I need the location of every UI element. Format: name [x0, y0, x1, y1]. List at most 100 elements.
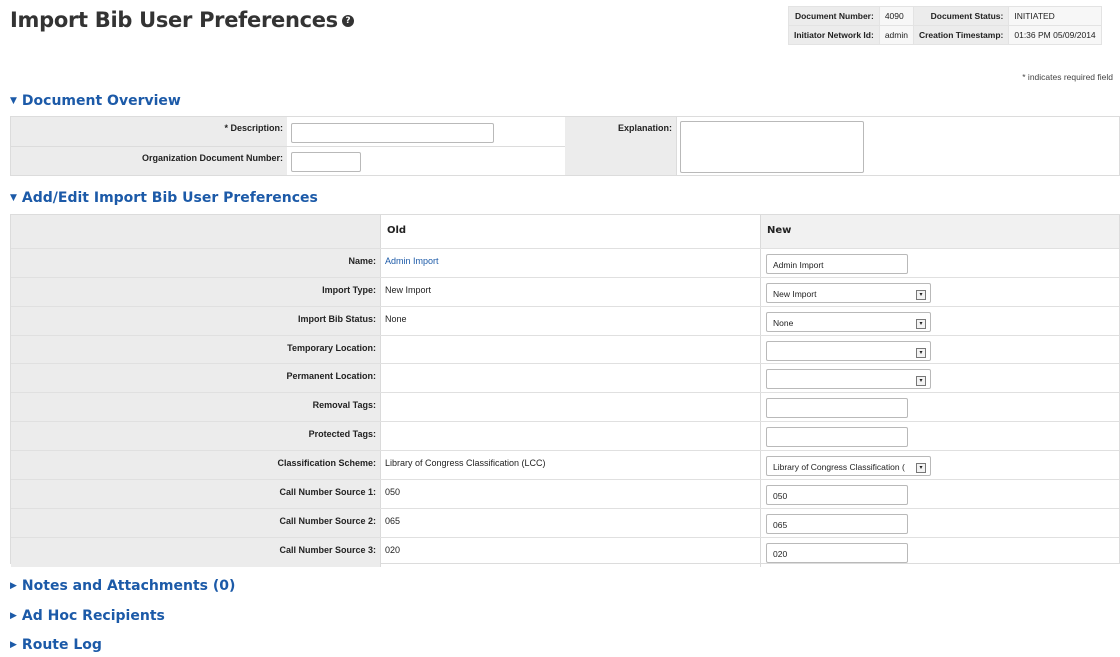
field-label: Protected Tags: [11, 422, 381, 450]
dropdown-arrow-icon[interactable]: ▾ [916, 348, 926, 358]
new-value-select[interactable]: New Import ▾ [766, 283, 931, 303]
new-value-cell: Library of Congress Classification ( ▾ [761, 451, 1119, 479]
add-edit-toggle[interactable]: ▼ Add/Edit Import Bib User Preferences [10, 190, 318, 206]
dropdown-arrow-icon[interactable]: ▾ [916, 290, 926, 300]
ad-hoc-recipients-heading: Ad Hoc Recipients [21, 608, 165, 624]
old-value [381, 364, 761, 392]
creation-timestamp-label: Creation Timestamp: [912, 25, 1010, 45]
required-field-note: * indicates required field [1022, 72, 1113, 82]
org-doc-number-input[interactable] [291, 152, 361, 172]
field-label: Import Bib Status: [11, 307, 381, 335]
field-label: Import Type: [11, 278, 381, 306]
route-log-toggle[interactable]: ▶ Route Log [10, 637, 102, 653]
caret-down-icon: ▼ [10, 193, 17, 203]
old-value: 020 [381, 538, 761, 567]
field-label: Classification Scheme: [11, 451, 381, 479]
field-label: Temporary Location: [11, 336, 381, 363]
old-value: None [381, 307, 761, 335]
field-label: Call Number Source 2: [11, 509, 381, 537]
select-value: New Import [773, 289, 817, 299]
table-row: Permanent Location: ▾ [11, 364, 1119, 393]
old-value: Library of Congress Classification (LCC) [381, 451, 761, 479]
caret-down-icon: ▼ [10, 96, 17, 106]
creation-timestamp-value: 01:36 PM 05/09/2014 [1008, 25, 1102, 45]
ad-hoc-recipients-toggle[interactable]: ▶ Ad Hoc Recipients [10, 608, 165, 624]
old-value: 050 [381, 480, 761, 508]
new-value-input[interactable]: 020 [766, 543, 908, 563]
field-label: Name: [11, 249, 381, 277]
document-overview-toggle[interactable]: ▼ Document Overview [10, 93, 181, 109]
new-value-cell: None ▾ [761, 307, 1119, 335]
table-row: Import Bib Status: None None ▾ [11, 307, 1119, 336]
old-value [381, 422, 761, 450]
new-value-cell: 065 [761, 509, 1119, 537]
initiator-value: admin [878, 25, 914, 45]
table-row: Temporary Location: ▾ [11, 336, 1119, 364]
old-value [381, 336, 761, 363]
old-value: New Import [381, 278, 761, 306]
new-value-input[interactable]: 065 [766, 514, 908, 534]
document-info-table: Document Number: 4090 Document Status: I… [788, 6, 1102, 45]
explanation-label: Explanation: [565, 117, 677, 175]
table-row: Import Type: New Import New Import ▾ [11, 278, 1119, 307]
new-value-cell: 050 [761, 480, 1119, 508]
table-row: Name: Admin Import Admin Import [11, 249, 1119, 278]
new-value-cell: ▾ [761, 336, 1119, 363]
description-input[interactable] [291, 123, 494, 143]
new-value-input[interactable]: Admin Import [766, 254, 908, 274]
new-value-input[interactable]: 050 [766, 485, 908, 505]
description-label: * Description: [11, 117, 287, 147]
help-icon[interactable]: ? [341, 15, 354, 27]
new-value-input[interactable] [766, 427, 908, 447]
add-edit-heading: Add/Edit Import Bib User Preferences [21, 190, 318, 206]
new-value-cell: Admin Import [761, 249, 1119, 277]
org-doc-number-label: Organization Document Number: [11, 147, 287, 175]
new-value-input[interactable] [766, 398, 908, 418]
new-value-cell [761, 422, 1119, 450]
dropdown-arrow-icon[interactable]: ▾ [916, 376, 926, 386]
caret-right-icon: ▶ [10, 640, 17, 650]
field-label: Call Number Source 1: [11, 480, 381, 508]
caret-right-icon: ▶ [10, 611, 17, 621]
document-overview-heading: Document Overview [21, 93, 181, 109]
explanation-textarea[interactable] [680, 121, 864, 173]
initiator-label: Initiator Network Id: [788, 25, 880, 45]
field-label: Removal Tags: [11, 393, 381, 421]
dropdown-arrow-icon[interactable]: ▾ [916, 463, 926, 473]
notes-attachments-toggle[interactable]: ▶ Notes and Attachments (0) [10, 578, 235, 594]
table-row: Removal Tags: [11, 393, 1119, 422]
old-column-header: Old [381, 215, 761, 248]
table-row: Classification Scheme: Library of Congres… [11, 451, 1119, 480]
new-value-cell: 020 [761, 538, 1119, 567]
document-overview-table: * Description: Organization Document Num… [10, 116, 1120, 176]
table-row: Call Number Source 3: 020 020 [11, 538, 1119, 567]
page-title-text: Import Bib User Preferences [10, 8, 338, 32]
new-value-cell: ▾ [761, 364, 1119, 392]
new-value-select[interactable]: ▾ [766, 341, 931, 361]
grid-header-row: Old New [11, 215, 1119, 249]
caret-right-icon: ▶ [10, 581, 17, 591]
field-label: Call Number Source 3: [11, 538, 381, 567]
page-title: Import Bib User Preferences? [10, 8, 354, 32]
notes-attachments-heading: Notes and Attachments (0) [21, 578, 236, 594]
document-number-value: 4090 [878, 6, 914, 26]
new-value-cell [761, 393, 1119, 421]
select-value: Library of Congress Classification ( [773, 462, 905, 472]
table-row: Call Number Source 2: 065 065 [11, 509, 1119, 538]
dropdown-arrow-icon[interactable]: ▾ [916, 319, 926, 329]
new-value-select[interactable]: ▾ [766, 369, 931, 389]
new-value-select[interactable]: None ▾ [766, 312, 931, 332]
document-status-label: Document Status: [912, 6, 1010, 26]
field-label: Permanent Location: [11, 364, 381, 392]
table-row: Protected Tags: [11, 422, 1119, 451]
document-status-value: INITIATED [1008, 6, 1102, 26]
old-value [381, 393, 761, 421]
edit-grid: Old New Name: Admin Import Admin Import Imp… [10, 214, 1120, 567]
table-row: Call Number Source 1: 050 050 [11, 480, 1119, 509]
old-value: 065 [381, 509, 761, 537]
document-number-label: Document Number: [788, 6, 880, 26]
old-value[interactable]: Admin Import [381, 249, 761, 277]
route-log-heading: Route Log [21, 637, 102, 653]
new-value-select[interactable]: Library of Congress Classification ( ▾ [766, 456, 931, 476]
new-column-header: New [761, 215, 1119, 248]
